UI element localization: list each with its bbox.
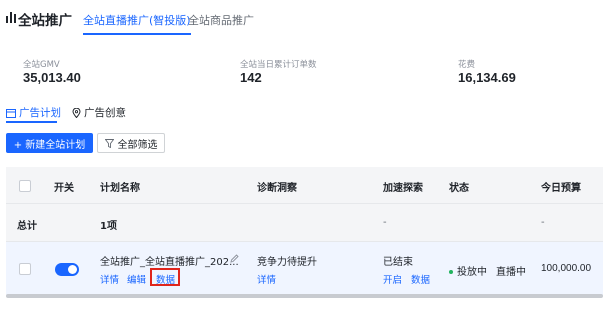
active-tab-indicator xyxy=(6,121,57,123)
filter-button[interactable]: 全部筛选 xyxy=(97,133,165,153)
stat-spend-label: 花费 xyxy=(458,60,476,70)
stat-orders-value: 142 xyxy=(240,70,262,85)
stat-spend-value: 16,134.69 xyxy=(458,70,516,85)
header-explore: 加速探索 xyxy=(383,183,423,194)
row-checkbox[interactable] xyxy=(19,263,31,275)
horizontal-scrollbar[interactable] xyxy=(6,294,603,298)
status-dot-icon xyxy=(449,270,453,274)
stat-gmv-label: 全站GMV xyxy=(23,60,60,70)
filter-button-label: 全部筛选 xyxy=(117,139,158,151)
calendar-icon xyxy=(6,108,16,118)
select-all-checkbox[interactable] xyxy=(19,180,31,192)
summary-budget: - xyxy=(541,217,545,228)
header-diagnosis: 诊断洞察 xyxy=(257,183,297,194)
delivery-status-text: 投放中 xyxy=(457,267,487,278)
table-row: 全站推广_全站直播推广_202... 详情 编辑 数据 竞争力待提升 详情 已结… xyxy=(6,241,603,297)
header-plan-name: 计划名称 xyxy=(100,183,140,194)
stat-orders-label: 全站当日累计订单数 xyxy=(240,60,317,70)
summary-count: 1项 xyxy=(100,221,117,232)
page-title: 全站推广 xyxy=(18,13,72,29)
delivery-status: 投放中 xyxy=(449,263,487,278)
live-status: 直播中 xyxy=(496,267,526,278)
highlight-annotation xyxy=(150,268,180,286)
edit-pencil-icon[interactable] xyxy=(230,254,239,263)
filter-icon xyxy=(104,138,114,148)
plan-budget: 100,000.00 xyxy=(541,263,592,274)
diagnosis-text: 竞争力待提升 xyxy=(257,257,317,268)
table-summary-row: 总计 1项 - - xyxy=(6,203,603,242)
header-status: 状态 xyxy=(449,183,469,194)
summary-explore: - xyxy=(383,217,387,228)
header-switch: 开关 xyxy=(54,183,74,194)
summary-label: 总计 xyxy=(17,221,37,232)
tab-ad-plans[interactable]: 广告计划 xyxy=(6,105,61,120)
explore-enable-link[interactable]: 开启 xyxy=(383,272,402,286)
plan-edit-link[interactable]: 编辑 xyxy=(127,272,146,286)
plans-table: 开关 计划名称 诊断洞察 加速探索 状态 今日预算 总计 1项 - - 全站推广… xyxy=(6,167,603,297)
table-header: 开关 计划名称 诊断洞察 加速探索 状态 今日预算 xyxy=(6,167,603,203)
new-plan-button[interactable]: + 新建全站计划 xyxy=(6,133,93,153)
plan-enable-toggle[interactable] xyxy=(55,263,79,276)
header-budget: 今日预算 xyxy=(541,183,581,194)
plan-detail-link[interactable]: 详情 xyxy=(100,272,119,286)
tab-live-promotion[interactable]: 全站直播推广(智投版) xyxy=(83,12,191,35)
diagnosis-detail-link[interactable]: 详情 xyxy=(257,272,276,286)
tab-ad-creatives-label: 广告创意 xyxy=(84,107,126,119)
location-pin-icon xyxy=(72,107,81,118)
explore-data-link[interactable]: 数据 xyxy=(411,272,430,286)
explore-status: 已结束 xyxy=(383,257,413,268)
tab-ad-plans-label: 广告计划 xyxy=(19,107,61,119)
plan-name: 全站推广_全站直播推广_202... xyxy=(100,257,239,268)
tab-ad-creatives[interactable]: 广告创意 xyxy=(72,105,126,120)
stat-gmv-value: 35,013.40 xyxy=(23,70,81,85)
tab-product-promotion[interactable]: 全站商品推广 xyxy=(188,12,254,33)
bar-chart-icon xyxy=(6,12,16,23)
